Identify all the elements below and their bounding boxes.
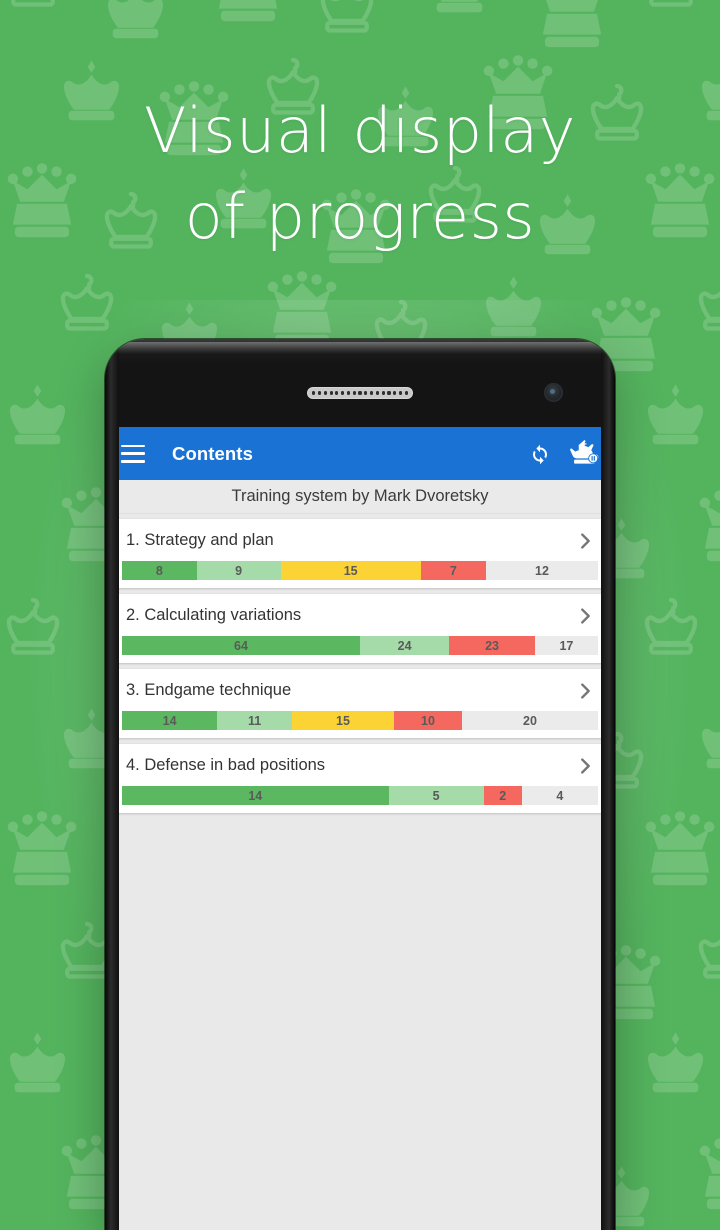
chess-crown-icon xyxy=(628,0,714,26)
progress-segment-solved: 14 xyxy=(122,711,218,730)
progress-segment-solved: 14 xyxy=(122,786,389,805)
speaker-dot xyxy=(329,391,333,395)
progress-bar-chapter-2: 64 24 23 17 xyxy=(122,636,598,655)
progress-bar-chapter-1: 8 9 15 7 12 xyxy=(122,561,598,580)
chevron-right-icon[interactable] xyxy=(574,605,596,627)
speaker-dot xyxy=(369,391,374,395)
chess-crown-icon xyxy=(0,588,76,674)
app-bar-title: Contents xyxy=(172,442,253,464)
chess-crown-icon xyxy=(88,0,183,61)
chess-crown-icon xyxy=(196,0,300,44)
progress-segment-partial: 5 xyxy=(388,786,484,805)
app-bar-actions xyxy=(528,439,600,468)
chess-crown-icon xyxy=(628,588,714,674)
chess-crown-icon xyxy=(304,0,390,52)
chess-crown-icon xyxy=(44,264,130,350)
chapter-title: 2. Calculating variations xyxy=(126,606,302,624)
chess-crown-icon xyxy=(682,480,720,584)
phone-screen: Contents Training system by Mark Dvorets… xyxy=(106,427,614,1230)
progress-segment-partial: 11 xyxy=(217,711,292,730)
speaker-dot xyxy=(358,391,362,395)
speaker-dot xyxy=(375,391,379,395)
speaker-dot xyxy=(341,391,345,395)
progress-segment-remaining: 12 xyxy=(485,561,598,580)
speaker-dot xyxy=(352,391,356,395)
chess-crown-icon xyxy=(0,804,94,908)
chapter-title: 4. Defense in bad positions xyxy=(126,756,326,774)
app-bar: Contents xyxy=(106,427,614,480)
chess-crown-icon xyxy=(628,1020,720,1115)
sync-icon[interactable] xyxy=(528,442,552,466)
speaker-dot xyxy=(335,391,339,395)
progress-segment-partial: 9 xyxy=(196,561,281,580)
progress-bar-chapter-4: 14 5 2 4 xyxy=(122,786,598,805)
chapter-list: 1. Strategy and plan 8 9 15 7 12 2. Calculat… xyxy=(106,514,614,813)
progress-segment-attempted: 15 xyxy=(280,561,421,580)
progress-segment-partial: 24 xyxy=(360,636,450,655)
progress-segment-solved: 64 xyxy=(122,636,360,655)
chapter-title: 3. Endgame technique xyxy=(126,681,292,699)
speaker-dot xyxy=(317,391,322,395)
chapter-card-3[interactable]: 3. Endgame technique 14 11 15 10 20 xyxy=(114,669,606,738)
speaker-dot xyxy=(381,391,385,395)
chevron-right-icon[interactable] xyxy=(574,755,596,777)
progress-segment-attempted: 15 xyxy=(291,711,394,730)
chapter-card-header: 4. Defense in bad positions xyxy=(114,753,606,778)
speaker-dot xyxy=(404,391,408,395)
earpiece-speaker xyxy=(307,387,413,399)
headline-line-1: Visual display xyxy=(144,94,576,167)
subheader-text: Training system by Mark Dvoretsky xyxy=(231,487,489,505)
chess-crown-icon xyxy=(682,912,720,998)
chevron-right-icon[interactable] xyxy=(574,530,596,552)
chapter-card-header: 3. Endgame technique xyxy=(114,678,606,703)
chess-crown-icon xyxy=(412,0,507,35)
chess-king-logo-icon[interactable] xyxy=(569,439,600,468)
front-camera xyxy=(544,383,563,402)
promo-screenshot: Visual display of progress Contents Trai… xyxy=(0,0,720,1230)
chess-crown-icon xyxy=(682,1128,720,1230)
chapter-card-header: 2. Calculating variations xyxy=(114,603,606,628)
progress-segment-failed: 7 xyxy=(420,561,486,580)
phone-mockup: Contents Training system by Mark Dvorets… xyxy=(105,339,615,1230)
progress-segment-failed: 23 xyxy=(449,636,535,655)
speaker-dot xyxy=(312,391,316,395)
progress-segment-failed: 10 xyxy=(393,711,462,730)
chess-crown-icon xyxy=(0,0,76,26)
chess-crown-icon xyxy=(0,1020,85,1115)
chess-crown-icon xyxy=(520,0,624,70)
chess-crown-icon xyxy=(0,372,85,467)
progress-segment-remaining: 17 xyxy=(534,636,598,655)
page-title: Visual display of progress xyxy=(0,88,720,260)
chess-crown-icon xyxy=(682,264,720,350)
chapter-card-1[interactable]: 1. Strategy and plan 8 9 15 7 12 xyxy=(114,519,606,588)
speaker-dot xyxy=(346,391,351,395)
progress-segment-remaining: 20 xyxy=(461,711,598,730)
chapter-card-header: 1. Strategy and plan xyxy=(114,528,606,553)
headline-line-2: of progress xyxy=(184,180,536,253)
progress-bar-chapter-3: 14 11 15 10 20 xyxy=(122,711,598,730)
progress-segment-remaining: 4 xyxy=(521,786,598,805)
speaker-dot xyxy=(323,391,327,395)
chess-crown-icon xyxy=(682,696,720,791)
progress-segment-failed: 2 xyxy=(483,786,522,805)
progress-segment-solved: 8 xyxy=(122,561,197,580)
hamburger-menu-icon[interactable] xyxy=(121,444,145,463)
chapter-card-2[interactable]: 2. Calculating variations 64 24 23 17 xyxy=(114,594,606,663)
chess-crown-icon xyxy=(628,372,720,467)
chapter-card-4[interactable]: 4. Defense in bad positions 14 5 2 4 xyxy=(114,744,606,813)
chess-crown-icon xyxy=(628,804,720,908)
subheader-label: Training system by Mark Dvoretsky xyxy=(106,480,614,514)
speaker-dot xyxy=(398,391,403,395)
speaker-dot xyxy=(393,391,397,395)
speaker-dot xyxy=(387,391,391,395)
chapter-title: 1. Strategy and plan xyxy=(126,531,274,549)
chevron-right-icon[interactable] xyxy=(574,680,596,702)
speaker-dot xyxy=(364,391,368,395)
